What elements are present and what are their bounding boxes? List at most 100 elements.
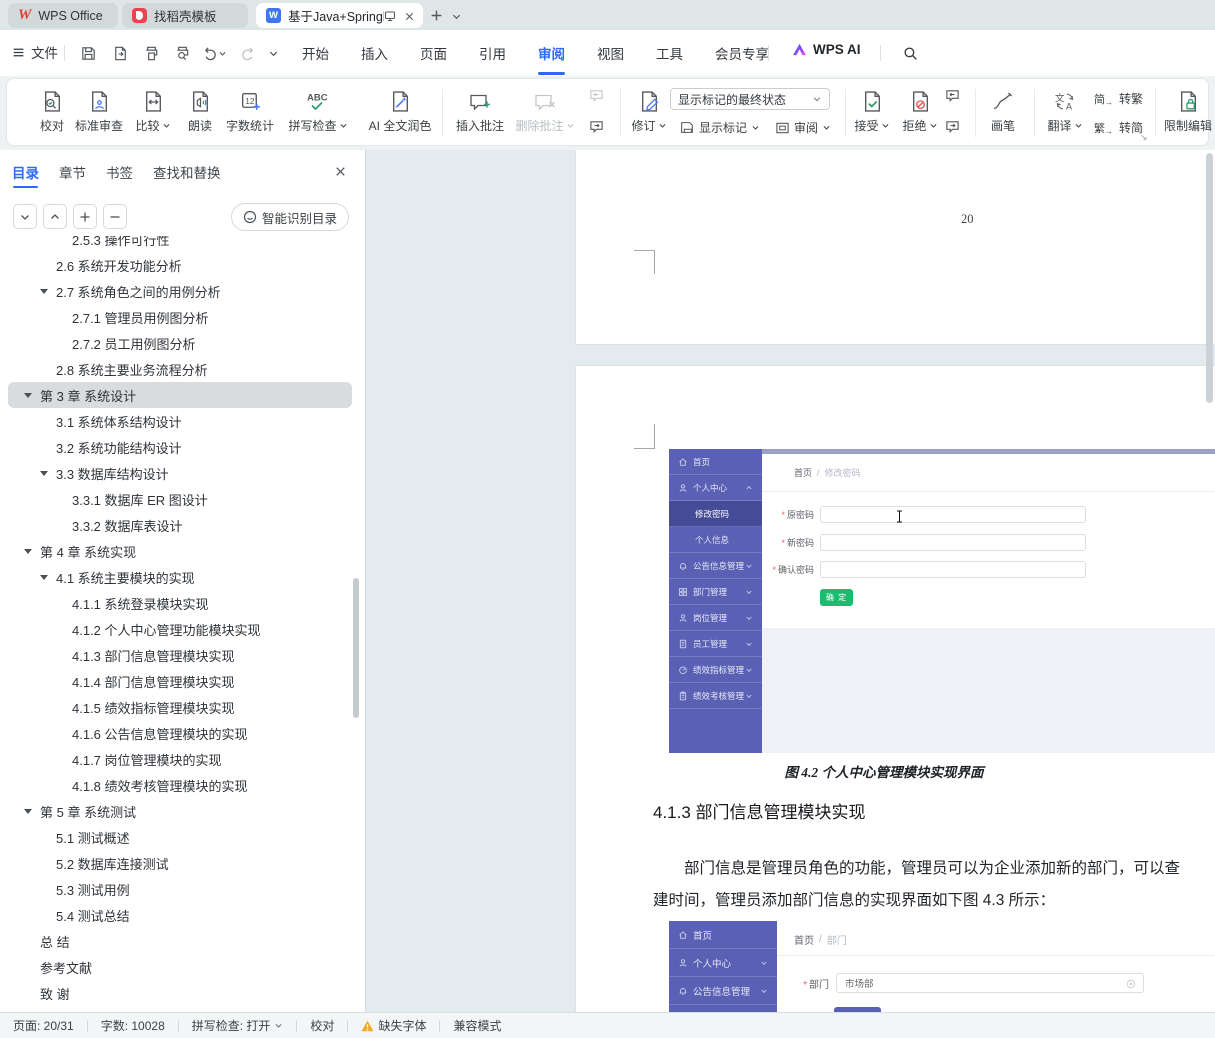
admin-sidebar-item[interactable]: 绩效考核管理: [669, 683, 762, 709]
clear-input-icon[interactable]: [1126, 979, 1136, 989]
toc-collapse-arrow[interactable]: [24, 809, 32, 814]
toc-item[interactable]: 4.1.7 岗位管理模块的实现: [0, 746, 360, 772]
toc-item[interactable]: 3.1 系统体系结构设计: [0, 408, 360, 434]
next-change-button[interactable]: [944, 119, 961, 134]
read-aloud-button[interactable]: 朗读: [177, 86, 223, 142]
menu-item[interactable]: 审阅: [536, 43, 567, 75]
admin-sidebar-item[interactable]: 部门管理: [669, 579, 762, 605]
toc-item[interactable]: 第 5 章 系统测试: [0, 798, 360, 824]
toc-collapse-arrow[interactable]: [24, 549, 32, 554]
spell-check-button[interactable]: ABC 拼写检查: [287, 86, 349, 142]
save-button[interactable]: [78, 43, 98, 63]
toc-item[interactable]: 第 3 章 系统设计: [8, 382, 352, 408]
document-scrollbar-thumb[interactable]: [1206, 153, 1213, 403]
new-password-input[interactable]: [820, 534, 1086, 551]
toc-item[interactable]: 2.8 系统主要业务流程分析: [0, 356, 360, 382]
export-button[interactable]: [110, 43, 130, 63]
toc-item[interactable]: 4.1.5 绩效指标管理模块实现: [0, 694, 360, 720]
word-count-button[interactable]: 12 字数统计: [221, 86, 279, 142]
traditional-to-simplified-button[interactable]: 繁→ 转简: [1094, 119, 1143, 136]
share-to-screen-icon[interactable]: [380, 6, 400, 26]
expand-all-button[interactable]: [73, 204, 97, 229]
ink-pen-button[interactable]: 画笔: [981, 86, 1025, 142]
translate-button[interactable]: 文A 翻译: [1041, 86, 1089, 142]
admin-sidebar-item[interactable]: 公告信息管理: [669, 977, 777, 1005]
tab-list-chevron-icon[interactable]: [446, 6, 466, 26]
compatibility-mode-indicator[interactable]: 兼容模式: [453, 1017, 501, 1034]
toc-scrollbar-thumb[interactable]: [353, 578, 359, 718]
confirm-button[interactable]: 确 定: [820, 589, 853, 606]
toc-item[interactable]: 总 结: [0, 928, 360, 954]
toc-collapse-arrow[interactable]: [24, 393, 32, 398]
admin-sidebar-item[interactable]: 绩效指标管理: [669, 657, 762, 683]
reject-button[interactable]: 拒绝: [897, 86, 943, 142]
expand-down-button[interactable]: [13, 204, 37, 229]
collapse-up-button[interactable]: [43, 204, 67, 229]
collapse-all-button[interactable]: [103, 204, 127, 229]
tab-bookmarks[interactable]: 书签: [106, 162, 133, 188]
track-changes-button[interactable]: 修订: [627, 86, 671, 142]
toc-collapse-arrow[interactable]: [40, 575, 48, 580]
menu-item[interactable]: 工具: [654, 43, 685, 63]
next-comment-button[interactable]: [588, 119, 605, 134]
file-menu[interactable]: 文件: [12, 42, 58, 62]
admin-sidebar-item[interactable]: 首页: [669, 449, 762, 475]
print-preview-button[interactable]: [172, 43, 192, 63]
tab-docer-templates[interactable]: 找稻壳模板: [122, 3, 248, 28]
proofread-status[interactable]: 校对: [310, 1017, 334, 1034]
menu-item[interactable]: 视图: [595, 43, 626, 63]
accept-button[interactable]: 接受: [849, 86, 895, 142]
toc-collapse-arrow[interactable]: [40, 471, 48, 476]
toc-item[interactable]: 5.4 测试总结: [0, 902, 360, 928]
toc-item[interactable]: 4.1.6 公告信息管理模块的实现: [0, 720, 360, 746]
menu-item[interactable]: 开始: [300, 43, 331, 63]
simplified-to-traditional-button[interactable]: 简→ 转繁: [1094, 90, 1143, 107]
admin-sidebar-item[interactable]: 首页: [669, 921, 777, 949]
tab-wps-office[interactable]: W WPS Office: [8, 3, 118, 28]
toc-item[interactable]: 5.3 测试用例: [0, 876, 360, 902]
toc-collapse-arrow[interactable]: [40, 289, 48, 294]
menu-item[interactable]: 插入: [359, 43, 390, 63]
toc-item[interactable]: 4.1 系统主要模块的实现: [0, 564, 360, 590]
admin-sidebar-item[interactable]: 个人信息: [669, 527, 762, 553]
close-panel-icon[interactable]: [331, 162, 349, 180]
toc-item[interactable]: 3.3 数据库结构设计: [0, 460, 360, 486]
toc-item[interactable]: 4.1.4 部门信息管理模块实现: [0, 668, 360, 694]
print-button[interactable]: [141, 43, 161, 63]
toc-item[interactable]: 4.1.2 个人中心管理功能模块实现: [0, 616, 360, 642]
toc-item[interactable]: 5.1 测试概述: [0, 824, 360, 850]
admin-sidebar-item[interactable]: 公告信息管理: [669, 553, 762, 579]
new-tab-icon[interactable]: [426, 5, 446, 25]
toc-item[interactable]: 5.2 数据库连接测试: [0, 850, 360, 876]
missing-font-warning[interactable]: 缺失字体: [361, 1017, 426, 1034]
close-tab-icon[interactable]: [399, 6, 419, 26]
document-area[interactable]: 20 首页 / 修改密码 * 原密码 * 新密码 * 确认密码 确 定 首页 个…: [366, 150, 1215, 1012]
toc-item[interactable]: 3.3.1 数据库 ER 图设计: [0, 486, 360, 512]
toc-item[interactable]: 参考文献: [0, 954, 360, 980]
page-indicator[interactable]: 页面: 20/31: [13, 1017, 74, 1034]
undo-chevron-icon[interactable]: [216, 43, 228, 63]
smart-recognize-toc-button[interactable]: 智能识别目录: [230, 203, 349, 231]
toc-item[interactable]: 4.1.1 系统登录模块实现: [0, 590, 360, 616]
toc-item[interactable]: 4.1.3 部门信息管理模块实现: [0, 642, 360, 668]
toc-item[interactable]: 致 谢: [0, 980, 360, 1006]
toc-item[interactable]: 3.2 系统功能结构设计: [0, 434, 360, 460]
tab-chapters[interactable]: 章节: [59, 162, 86, 188]
group-expand-icon[interactable]: ↘: [1140, 132, 1148, 143]
toc-item[interactable]: 第 4 章 系统实现: [0, 538, 360, 564]
menu-item[interactable]: 引用: [477, 43, 508, 63]
toc-item[interactable]: 4.1.8 绩效考核管理模块的实现: [0, 772, 360, 798]
confirm-password-input[interactable]: [820, 561, 1086, 578]
word-count-indicator[interactable]: 字数: 10028: [101, 1017, 165, 1034]
search-icon[interactable]: [900, 43, 920, 63]
admin-sidebar-item[interactable]: 岗位管理: [669, 605, 762, 631]
tab-contents[interactable]: 目录: [12, 162, 39, 188]
toc-item[interactable]: 2.7.2 员工用例图分析: [0, 330, 360, 356]
admin-sidebar-item[interactable]: 员工管理: [669, 631, 762, 657]
standard-review-button[interactable]: 标准审查: [69, 86, 129, 142]
department-input[interactable]: 市场部: [836, 973, 1144, 993]
compare-button[interactable]: 比较: [127, 86, 179, 142]
show-markup-button[interactable]: 显示标记: [679, 119, 760, 136]
markup-state-dropdown[interactable]: 显示标记的最终状态: [670, 88, 830, 110]
toc-item[interactable]: 2.5.3 操作可行性: [0, 236, 360, 252]
